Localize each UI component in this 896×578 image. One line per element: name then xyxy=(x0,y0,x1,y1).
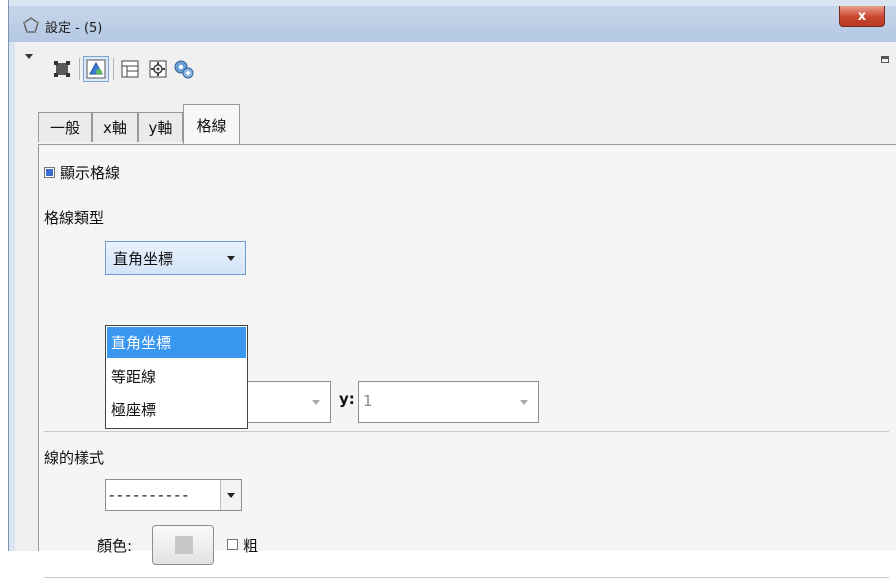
menu-dropdown-icon[interactable] xyxy=(25,54,33,59)
grid-y-value: 1 xyxy=(363,392,373,410)
grid-type-value: 直角坐標 xyxy=(113,250,174,268)
tab-label: y軸 xyxy=(148,119,173,137)
chevron-down-icon xyxy=(312,400,320,405)
graphics2-icon[interactable] xyxy=(83,56,109,82)
tab-label: 格線 xyxy=(196,116,227,135)
color-button[interactable] xyxy=(152,525,214,565)
tab-label: x軸 xyxy=(103,119,127,137)
tab-grid[interactable]: 格線 xyxy=(183,104,240,145)
show-grid-checkbox[interactable] xyxy=(44,167,55,178)
close-icon: x xyxy=(857,8,867,24)
advanced-settings-icon[interactable] xyxy=(171,56,197,82)
chevron-down-icon xyxy=(227,256,235,261)
grid-type-dropdown-list: 直角坐標 等距線 極座標 xyxy=(105,325,248,429)
graphics-icon[interactable] xyxy=(49,56,75,82)
grid-y-label: y: xyxy=(339,390,355,408)
section-divider xyxy=(44,431,889,432)
show-grid-label: 顯示格線 xyxy=(60,164,121,182)
chevron-down-icon xyxy=(227,493,235,498)
tab-label: 一般 xyxy=(49,119,80,137)
dock-icon[interactable] xyxy=(881,56,889,63)
color-label: 顏色: xyxy=(97,537,133,555)
close-button[interactable]: x xyxy=(839,6,885,27)
settings-window: 設定 - (5) x 一般 x軸 y軸 格線 顯示格線 格線類型 直角坐標 直角… xyxy=(8,0,896,578)
tab-general[interactable]: 一般 xyxy=(38,112,92,142)
app-icon xyxy=(23,17,39,33)
grid-type-option-cartesian[interactable]: 直角坐標 xyxy=(107,327,246,358)
grid-type-option-polar[interactable]: 極座標 xyxy=(107,394,246,425)
tab-x-axis[interactable]: x軸 xyxy=(92,112,138,142)
line-style-value: - - - - - - - - - - xyxy=(109,486,188,504)
grid-type-option-isometric[interactable]: 等距線 xyxy=(107,361,246,392)
chevron-down-icon xyxy=(520,400,528,405)
grid-type-label: 格線類型 xyxy=(44,209,105,227)
line-style-select[interactable]: - - - - - - - - - - xyxy=(105,479,242,511)
bold-checkbox[interactable] xyxy=(227,539,238,550)
window-title: 設定 - (5) xyxy=(45,21,103,36)
defaults-icon[interactable] xyxy=(145,56,171,82)
grid-y-distance-select[interactable]: 1 xyxy=(358,381,539,423)
title-bar: 設定 - (5) x xyxy=(9,6,896,42)
tab-y-axis[interactable]: y軸 xyxy=(138,112,183,142)
bold-label: 粗 xyxy=(243,537,259,555)
window-client: 一般 x軸 y軸 格線 顯示格線 格線類型 直角坐標 直角坐標 等距線 極座標 … xyxy=(15,42,896,578)
layout-icon[interactable] xyxy=(117,56,143,82)
grid-type-select[interactable]: 直角坐標 xyxy=(105,241,246,275)
line-style-label: 線的樣式 xyxy=(44,449,105,467)
toolbar xyxy=(15,42,896,92)
grid-settings-panel: 顯示格線 格線類型 直角坐標 直角坐標 等距線 極座標 y: 1 線的樣式 - … xyxy=(38,144,896,578)
grid-x-distance-select[interactable] xyxy=(239,381,331,423)
color-swatch xyxy=(175,536,193,554)
